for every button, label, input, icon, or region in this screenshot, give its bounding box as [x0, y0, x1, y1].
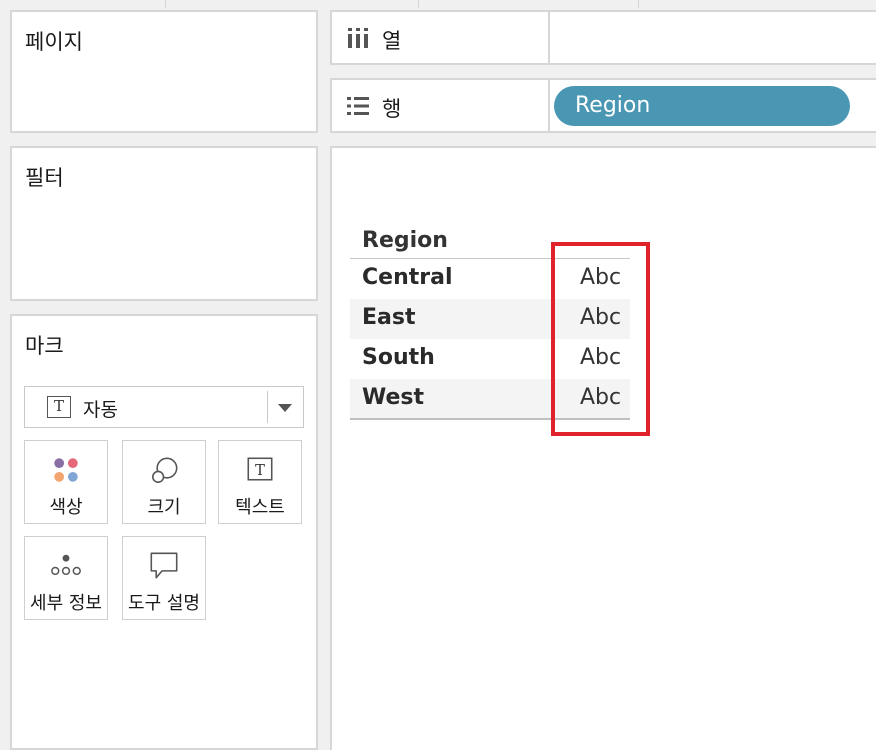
color-icon: [54, 458, 78, 482]
text-button[interactable]: T 텍스트: [218, 440, 302, 524]
detail-button[interactable]: 세부 정보: [24, 536, 108, 620]
columns-icon: [348, 28, 368, 48]
region-cell[interactable]: Central: [362, 265, 452, 290]
detail-icon: [51, 554, 81, 576]
text-label: 텍스트: [235, 497, 285, 518]
columns-shelf[interactable]: 열: [330, 10, 876, 65]
highlight-box: [551, 242, 650, 436]
chevron-down-icon[interactable]: [278, 404, 292, 412]
filters-panel[interactable]: 필터: [10, 146, 318, 301]
text-t-icon: T: [247, 457, 273, 481]
tooltip-button[interactable]: 도구 설명: [122, 536, 206, 620]
detail-label: 세부 정보: [30, 593, 102, 614]
text-t-icon: T: [47, 396, 71, 418]
marks-title: 마크: [25, 334, 64, 358]
table-header-region[interactable]: Region: [362, 228, 448, 253]
shelf-divider: [548, 12, 550, 63]
top-strip: [0, 0, 876, 8]
mark-type-label: 자동: [83, 399, 118, 421]
size-label: 크기: [147, 497, 181, 518]
dropdown-divider: [267, 391, 268, 423]
color-label: 색상: [49, 497, 83, 518]
tooltip-icon: [150, 552, 178, 579]
rows-icon: [347, 97, 369, 115]
marks-panel: 마크: [10, 314, 318, 750]
size-icon: [151, 457, 178, 483]
color-button[interactable]: 색상: [24, 440, 108, 524]
rows-label: 행: [382, 97, 402, 121]
pages-panel[interactable]: 페이지: [10, 10, 318, 133]
size-button[interactable]: 크기: [122, 440, 206, 524]
columns-label: 열: [382, 29, 402, 53]
svg-text:T: T: [255, 462, 265, 479]
region-cell[interactable]: West: [362, 385, 424, 410]
shelf-divider: [548, 80, 550, 131]
mark-type-dropdown[interactable]: T 자동: [24, 386, 304, 428]
region-cell[interactable]: East: [362, 305, 416, 330]
region-pill[interactable]: Region: [554, 86, 850, 126]
filters-title: 필터: [25, 166, 64, 190]
region-cell[interactable]: South: [362, 345, 435, 370]
tooltip-label: 도구 설명: [128, 593, 200, 614]
pages-title: 페이지: [25, 30, 83, 54]
